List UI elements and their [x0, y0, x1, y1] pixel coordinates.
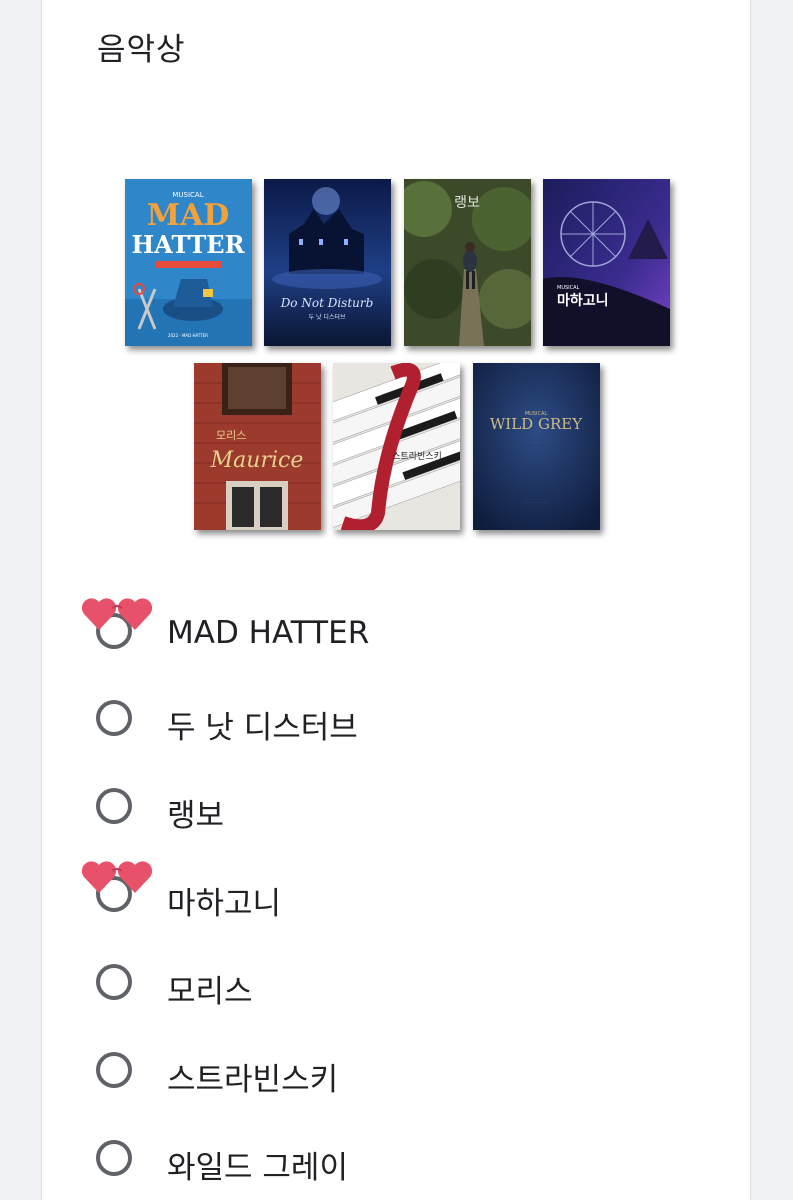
- svg-text:랭보: 랭보: [454, 195, 480, 211]
- svg-text:HATTER: HATTER: [131, 230, 245, 259]
- svg-text:MUSICAL: MUSICAL: [557, 285, 580, 291]
- option-label: 스트라빈스키: [167, 1062, 339, 1098]
- radio-button[interactable]: [96, 964, 132, 1000]
- radio-button[interactable]: [96, 700, 132, 736]
- svg-text:마하고니: 마하고니: [557, 292, 609, 309]
- radio-button[interactable]: [96, 1052, 132, 1088]
- poster-do-not-disturb: Do Not Disturb 두 낫 디스터브: [264, 179, 391, 346]
- heart-eyes-icon: [81, 598, 153, 630]
- option-label: 두 낫 디스터브: [167, 710, 358, 746]
- option-label: 모리스: [167, 974, 253, 1010]
- option-maurice[interactable]: 모리스: [94, 956, 694, 1016]
- option-mahagonny[interactable]: 마하고니: [81, 861, 694, 928]
- question-card: 음악상 MUSICAL MAD HATTER 2022 · MAD HATTER: [41, 0, 751, 1200]
- svg-text:모리스: 모리스: [216, 429, 246, 442]
- svg-text:2022 · MAD HATTER: 2022 · MAD HATTER: [168, 333, 208, 338]
- option-label: 랭보: [167, 798, 225, 834]
- svg-text:Do Not Disturb: Do Not Disturb: [280, 296, 374, 310]
- question-title: 음악상: [97, 32, 186, 68]
- option-label: 마하고니: [167, 886, 282, 922]
- poster-wild-grey: MUSICAL WILD GREY · · · · · · · · · · · …: [473, 363, 600, 530]
- poster-maurice: 모리스 Maurice: [194, 363, 321, 530]
- svg-text:MAD: MAD: [147, 198, 230, 233]
- poster-rimbaud: 랭보: [404, 179, 531, 346]
- option-mad-hatter[interactable]: MAD HATTER: [81, 598, 694, 665]
- radio-button[interactable]: [96, 788, 132, 824]
- option-wild-grey[interactable]: 와일드 그레이: [94, 1132, 694, 1192]
- heart-eyes-icon: [81, 861, 153, 893]
- svg-text:· · · · · · · · · · · ·: · · · · · · · · · · · ·: [525, 500, 547, 504]
- poster-stravinsky: 스트라빈스키: [333, 363, 460, 530]
- svg-text:두 낫 디스터브: 두 낫 디스터브: [309, 313, 346, 321]
- option-label: MAD HATTER: [167, 615, 370, 651]
- option-stravinsky[interactable]: 스트라빈스키: [94, 1044, 694, 1104]
- poster-mad-hatter: MUSICAL MAD HATTER 2022 · MAD HATTER: [125, 179, 252, 346]
- poster-mahagonny: MUSICAL 마하고니: [543, 179, 670, 346]
- option-rimbaud[interactable]: 랭보: [94, 780, 694, 840]
- svg-text:스트라빈스키: 스트라빈스키: [392, 451, 442, 462]
- svg-text:Maurice: Maurice: [210, 448, 304, 473]
- radio-button[interactable]: [96, 1140, 132, 1176]
- option-label: 와일드 그레이: [167, 1150, 348, 1186]
- option-do-not-disturb[interactable]: 두 낫 디스터브: [94, 692, 694, 752]
- svg-text:· · · · · · · · · ·: · · · · · · · · · ·: [527, 440, 545, 444]
- svg-text:WILD GREY: WILD GREY: [490, 415, 583, 433]
